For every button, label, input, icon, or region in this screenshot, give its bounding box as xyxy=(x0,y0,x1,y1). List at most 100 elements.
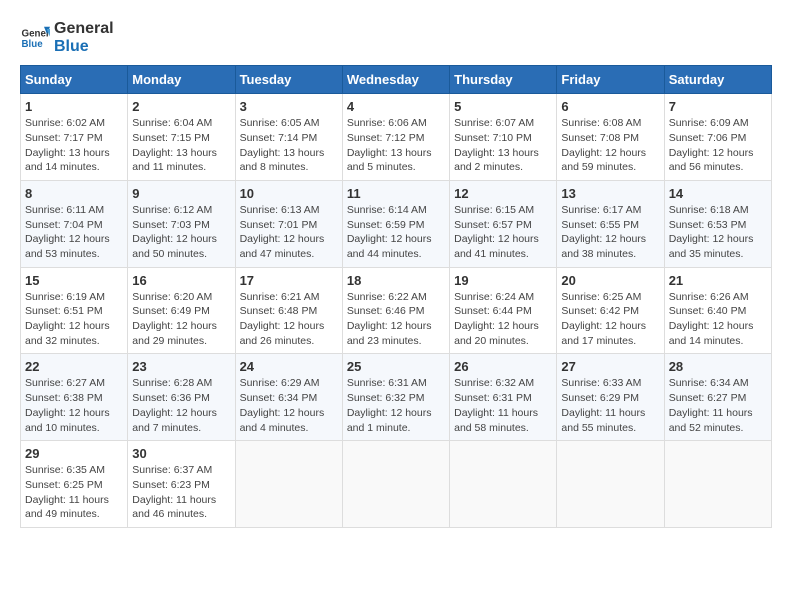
day-info: Sunrise: 6:22 AMSunset: 6:46 PMDaylight:… xyxy=(347,290,445,349)
calendar-cell: 28 Sunrise: 6:34 AMSunset: 6:27 PMDayligh… xyxy=(664,354,771,441)
calendar-cell: 5Sunrise: 6:07 AMSunset: 7:10 PMDaylight… xyxy=(450,94,557,181)
day-number: 15 xyxy=(25,273,123,288)
day-number: 2 xyxy=(132,99,230,114)
day-info: Sunrise: 6:06 AMSunset: 7:12 PMDaylight:… xyxy=(347,116,445,175)
day-info: Sunrise: 6:28 AMSunset: 6:36 PMDaylight:… xyxy=(132,376,230,435)
day-number: 3 xyxy=(240,99,338,114)
day-info: Sunrise: 6:31 AMSunset: 6:32 PMDaylight:… xyxy=(347,376,445,435)
day-info: Sunrise: 6:26 AMSunset: 6:40 PMDaylight:… xyxy=(669,290,767,349)
day-number: 11 xyxy=(347,186,445,201)
day-info: Sunrise: 6:24 AMSunset: 6:44 PMDaylight:… xyxy=(454,290,552,349)
day-info: Sunrise: 6:14 AMSunset: 6:59 PMDaylight:… xyxy=(347,203,445,262)
calendar-cell xyxy=(235,441,342,528)
day-info: Sunrise: 6:17 AMSunset: 6:55 PMDaylight:… xyxy=(561,203,659,262)
day-number: 13 xyxy=(561,186,659,201)
weekday-header-sunday: Sunday xyxy=(21,66,128,94)
day-number: 12 xyxy=(454,186,552,201)
weekday-header-wednesday: Wednesday xyxy=(342,66,449,94)
logo-general: General xyxy=(54,20,114,38)
day-number: 19 xyxy=(454,273,552,288)
calendar-cell: 1Sunrise: 6:02 AMSunset: 7:17 PMDaylight… xyxy=(21,94,128,181)
day-info: Sunrise: 6:13 AMSunset: 7:01 PMDaylight:… xyxy=(240,203,338,262)
day-info: Sunrise: 6:08 AMSunset: 7:08 PMDaylight:… xyxy=(561,116,659,175)
calendar-table: SundayMondayTuesdayWednesdayThursdayFrid… xyxy=(20,65,772,528)
weekday-header-monday: Monday xyxy=(128,66,235,94)
day-number: 23 xyxy=(132,359,230,374)
calendar-cell: 27 Sunrise: 6:33 AMSunset: 6:29 PMDayligh… xyxy=(557,354,664,441)
day-info: Sunrise: 6:25 AMSunset: 6:42 PMDaylight:… xyxy=(561,290,659,349)
day-info: Sunrise: 6:33 AMSunset: 6:29 PMDaylight:… xyxy=(561,376,659,435)
day-number: 9 xyxy=(132,186,230,201)
calendar-cell: 7 Sunrise: 6:09 AMSunset: 7:06 PMDaylight… xyxy=(664,94,771,181)
calendar-cell: 22 Sunrise: 6:27 AMSunset: 6:38 PMDayligh… xyxy=(21,354,128,441)
logo: General Blue General Blue xyxy=(20,20,114,55)
page-header: General Blue General Blue xyxy=(20,20,772,55)
calendar-cell: 8 Sunrise: 6:11 AMSunset: 7:04 PMDaylight… xyxy=(21,180,128,267)
calendar-cell: 10 Sunrise: 6:13 AMSunset: 7:01 PMDayligh… xyxy=(235,180,342,267)
calendar-cell: 23 Sunrise: 6:28 AMSunset: 6:36 PMDayligh… xyxy=(128,354,235,441)
calendar-cell: 25 Sunrise: 6:31 AMSunset: 6:32 PMDayligh… xyxy=(342,354,449,441)
day-number: 20 xyxy=(561,273,659,288)
day-number: 7 xyxy=(669,99,767,114)
calendar-cell: 18 Sunrise: 6:22 AMSunset: 6:46 PMDayligh… xyxy=(342,267,449,354)
calendar-cell xyxy=(557,441,664,528)
day-number: 27 xyxy=(561,359,659,374)
calendar-cell: 12 Sunrise: 6:15 AMSunset: 6:57 PMDayligh… xyxy=(450,180,557,267)
day-number: 28 xyxy=(669,359,767,374)
calendar-header-row: SundayMondayTuesdayWednesdayThursdayFrid… xyxy=(21,66,772,94)
calendar-cell xyxy=(342,441,449,528)
day-info: Sunrise: 6:11 AMSunset: 7:04 PMDaylight:… xyxy=(25,203,123,262)
weekday-header-friday: Friday xyxy=(557,66,664,94)
weekday-header-saturday: Saturday xyxy=(664,66,771,94)
weekday-header-tuesday: Tuesday xyxy=(235,66,342,94)
day-number: 21 xyxy=(669,273,767,288)
day-info: Sunrise: 6:12 AMSunset: 7:03 PMDaylight:… xyxy=(132,203,230,262)
day-number: 30 xyxy=(132,446,230,461)
day-number: 1 xyxy=(25,99,123,114)
day-info: Sunrise: 6:05 AMSunset: 7:14 PMDaylight:… xyxy=(240,116,338,175)
day-number: 29 xyxy=(25,446,123,461)
calendar-cell: 3 Sunrise: 6:05 AMSunset: 7:14 PMDaylight… xyxy=(235,94,342,181)
day-info: Sunrise: 6:15 AMSunset: 6:57 PMDaylight:… xyxy=(454,203,552,262)
day-number: 18 xyxy=(347,273,445,288)
weekday-header-thursday: Thursday xyxy=(450,66,557,94)
day-info: Sunrise: 6:19 AMSunset: 6:51 PMDaylight:… xyxy=(25,290,123,349)
calendar-cell: 9 Sunrise: 6:12 AMSunset: 7:03 PMDaylight… xyxy=(128,180,235,267)
day-info: Sunrise: 6:20 AMSunset: 6:49 PMDaylight:… xyxy=(132,290,230,349)
calendar-cell: 6 Sunrise: 6:08 AMSunset: 7:08 PMDaylight… xyxy=(557,94,664,181)
day-info: Sunrise: 6:09 AMSunset: 7:06 PMDaylight:… xyxy=(669,116,767,175)
calendar-cell: 24Sunrise: 6:29 AMSunset: 6:34 PMDayligh… xyxy=(235,354,342,441)
day-number: 8 xyxy=(25,186,123,201)
day-number: 26 xyxy=(454,359,552,374)
calendar-week-row: 29Sunrise: 6:35 AMSunset: 6:25 PMDayligh… xyxy=(21,441,772,528)
day-info: Sunrise: 6:27 AMSunset: 6:38 PMDaylight:… xyxy=(25,376,123,435)
day-info: Sunrise: 6:29 AMSunset: 6:34 PMDaylight:… xyxy=(240,376,338,435)
day-number: 14 xyxy=(669,186,767,201)
calendar-week-row: 8 Sunrise: 6:11 AMSunset: 7:04 PMDaylight… xyxy=(21,180,772,267)
day-number: 10 xyxy=(240,186,338,201)
calendar-cell: 16 Sunrise: 6:20 AMSunset: 6:49 PMDayligh… xyxy=(128,267,235,354)
day-info: Sunrise: 6:32 AMSunset: 6:31 PMDaylight:… xyxy=(454,376,552,435)
day-number: 6 xyxy=(561,99,659,114)
calendar-cell: 2Sunrise: 6:04 AMSunset: 7:15 PMDaylight… xyxy=(128,94,235,181)
calendar-cell: 4 Sunrise: 6:06 AMSunset: 7:12 PMDaylight… xyxy=(342,94,449,181)
day-number: 25 xyxy=(347,359,445,374)
calendar-cell: 29Sunrise: 6:35 AMSunset: 6:25 PMDayligh… xyxy=(21,441,128,528)
calendar-cell: 19 Sunrise: 6:24 AMSunset: 6:44 PMDayligh… xyxy=(450,267,557,354)
day-info: Sunrise: 6:34 AMSunset: 6:27 PMDaylight:… xyxy=(669,376,767,435)
day-info: Sunrise: 6:37 AMSunset: 6:23 PMDaylight:… xyxy=(132,463,230,522)
calendar-cell: 17 Sunrise: 6:21 AMSunset: 6:48 PMDayligh… xyxy=(235,267,342,354)
day-number: 17 xyxy=(240,273,338,288)
calendar-week-row: 1Sunrise: 6:02 AMSunset: 7:17 PMDaylight… xyxy=(21,94,772,181)
day-number: 16 xyxy=(132,273,230,288)
calendar-week-row: 15 Sunrise: 6:19 AMSunset: 6:51 PMDayligh… xyxy=(21,267,772,354)
svg-text:Blue: Blue xyxy=(22,39,44,50)
day-info: Sunrise: 6:07 AMSunset: 7:10 PMDaylight:… xyxy=(454,116,552,175)
logo-icon: General Blue xyxy=(20,23,50,53)
calendar-cell: 26 Sunrise: 6:32 AMSunset: 6:31 PMDayligh… xyxy=(450,354,557,441)
day-number: 22 xyxy=(25,359,123,374)
day-number: 4 xyxy=(347,99,445,114)
calendar-cell: 11 Sunrise: 6:14 AMSunset: 6:59 PMDayligh… xyxy=(342,180,449,267)
calendar-cell: 13 Sunrise: 6:17 AMSunset: 6:55 PMDayligh… xyxy=(557,180,664,267)
day-info: Sunrise: 6:21 AMSunset: 6:48 PMDaylight:… xyxy=(240,290,338,349)
